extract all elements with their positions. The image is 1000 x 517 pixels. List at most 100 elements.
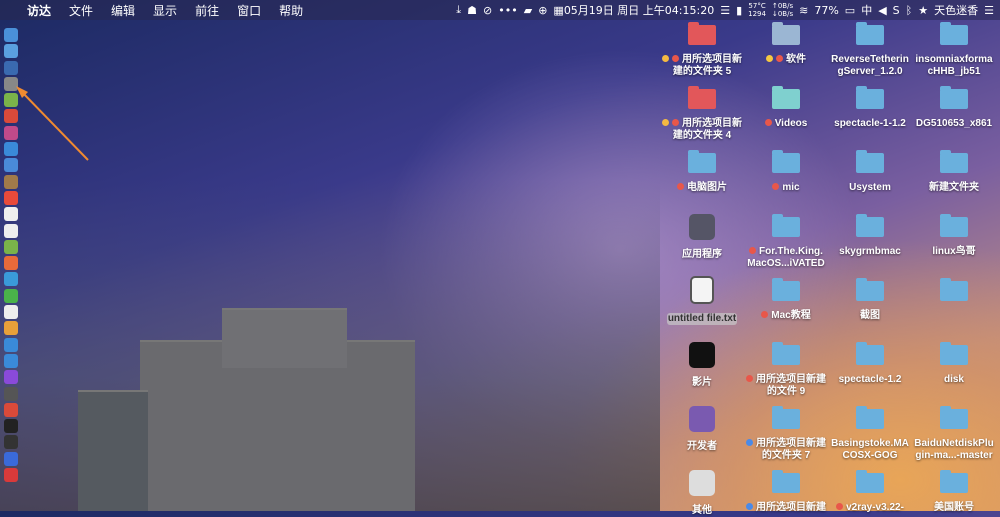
clock-datetime[interactable]: ▦05月19日 周日 上午04:15:20 bbox=[553, 2, 714, 18]
desktop-item[interactable]: 新建文件夹 bbox=[912, 150, 996, 194]
desktop-item[interactable]: 用所选项目新建 bbox=[744, 470, 828, 514]
input-method[interactable]: 中 bbox=[861, 2, 872, 18]
desktop-item-label: 应用程序 bbox=[660, 249, 744, 261]
menu-go[interactable]: 前往 bbox=[186, 2, 228, 19]
label-text: BaiduNetdiskPlugin-ma...-master bbox=[914, 438, 994, 461]
menu-window[interactable]: 窗口 bbox=[228, 2, 270, 19]
desktop-item[interactable]: disk bbox=[912, 342, 996, 386]
wallpaper-city bbox=[0, 180, 660, 511]
desktop-item[interactable]: 美国账号 bbox=[912, 470, 996, 514]
desktop-item-label: 开发者 bbox=[660, 441, 744, 453]
notification-icon[interactable]: ▰ bbox=[524, 4, 532, 17]
dock-app-icon[interactable] bbox=[4, 451, 18, 466]
desktop-item[interactable]: insomniaxformacHHB_jb51 bbox=[912, 22, 996, 78]
desktop-item[interactable]: 用所选项目新建的文件 9 bbox=[744, 342, 828, 398]
desktop-item[interactable]: Basingstoke.MACOSX-GOG bbox=[828, 406, 912, 462]
desktop-item-label: ReverseTetheringServer_1.2.0 bbox=[828, 54, 912, 78]
desktop-item[interactable]: For.The.King.MacOS...iVATED bbox=[744, 214, 828, 270]
desktop-item[interactable]: 截图 bbox=[828, 278, 912, 322]
bookmark-icon[interactable]: ▮ bbox=[736, 4, 742, 17]
ghost-icon[interactable]: ☗ bbox=[467, 4, 477, 17]
bluetooth-icon[interactable]: ᛒ bbox=[906, 4, 913, 17]
desktop-item[interactable]: 应用程序 bbox=[660, 214, 744, 261]
desktop-item[interactable]: skygrmbmac bbox=[828, 214, 912, 258]
desktop-item[interactable]: Mac教程 bbox=[744, 278, 828, 322]
dock-app-icon[interactable] bbox=[4, 402, 18, 417]
dock-app-icon[interactable] bbox=[4, 419, 18, 434]
net-down-text: ↓0B/s bbox=[771, 10, 794, 18]
desktop-item[interactable]: v2ray-v3.22- bbox=[828, 470, 912, 514]
desktop-item[interactable]: untitled file.txt bbox=[660, 276, 744, 325]
datetime-text: 05月19日 周日 上午04:15:20 bbox=[563, 4, 715, 17]
desktop-item[interactable]: linux鸟哥 bbox=[912, 214, 996, 258]
label-text: 用所选项目新建 bbox=[756, 502, 826, 513]
wallpaper-building-left bbox=[78, 390, 148, 511]
tag-dot-icon bbox=[662, 119, 669, 126]
desktop-item-label: mic bbox=[744, 182, 828, 194]
steering-icon[interactable]: ⊘ bbox=[483, 4, 492, 17]
dock-app-icon[interactable] bbox=[4, 174, 18, 189]
dock-app-icon[interactable] bbox=[4, 207, 18, 222]
globe-icon[interactable]: ⊕ bbox=[538, 4, 547, 17]
label-text: 截图 bbox=[860, 310, 880, 321]
desktop-item-label: 影片 bbox=[660, 377, 744, 389]
desktop-item-label: BaiduNetdiskPlugin-ma...-master bbox=[912, 438, 996, 462]
desktop-item[interactable]: Videos bbox=[744, 86, 828, 130]
desktop-item[interactable]: 其他 bbox=[660, 470, 744, 517]
menu-edit[interactable]: 编辑 bbox=[102, 2, 144, 19]
wifi-icon[interactable]: ≋ bbox=[799, 4, 808, 17]
desktop-item[interactable]: 用所选项目新建的文件夹 5 bbox=[660, 22, 744, 78]
dock-app-icon[interactable] bbox=[4, 468, 18, 483]
dock-app-icon[interactable] bbox=[4, 386, 18, 401]
list-icon[interactable]: ☰ bbox=[984, 4, 994, 17]
dock-app-icon[interactable] bbox=[4, 337, 18, 352]
desktop-item[interactable]: spectacle-1.2 bbox=[828, 342, 912, 386]
desktop-item[interactable]: 用所选项目新建的文件夹 4 bbox=[660, 86, 744, 142]
dock-app-icon[interactable] bbox=[4, 190, 18, 205]
dock-app-icon[interactable] bbox=[4, 370, 18, 385]
tag-dot-icon bbox=[672, 119, 679, 126]
dock-app-icon[interactable] bbox=[4, 272, 18, 287]
desktop-item[interactable]: ReverseTetheringServer_1.2.0 bbox=[828, 22, 912, 78]
label-text: Videos bbox=[774, 118, 808, 129]
dock-app-icon[interactable] bbox=[4, 435, 18, 450]
dock-app-icon[interactable] bbox=[4, 305, 18, 320]
desktop-item-label: spectacle-1.2 bbox=[828, 374, 912, 386]
user-name[interactable]: 天色迷香 bbox=[934, 2, 978, 18]
desktop-item[interactable]: 电脑图片 bbox=[660, 150, 744, 194]
menu-help[interactable]: 帮助 bbox=[270, 2, 312, 19]
battery-icon[interactable]: ▭ bbox=[845, 4, 855, 17]
desktop-item[interactable]: BaiduNetdiskPlugin-ma...-master bbox=[912, 406, 996, 462]
desktop-item[interactable] bbox=[912, 278, 996, 310]
temp-monitor[interactable]: 57°C 1294 bbox=[748, 2, 766, 18]
desktop-item[interactable]: mic bbox=[744, 150, 828, 194]
download-icon[interactable]: ⤓ bbox=[456, 3, 461, 17]
folder-icon bbox=[940, 470, 968, 493]
dock-app-icon[interactable] bbox=[4, 256, 18, 271]
desktop-item[interactable]: Usystem bbox=[828, 150, 912, 194]
desktop-item[interactable]: spectacle-1-1.2 bbox=[828, 86, 912, 130]
dock-app-icon[interactable] bbox=[4, 239, 18, 254]
desktop-item[interactable]: 影片 bbox=[660, 342, 744, 389]
desktop-item[interactable]: DG510653_x861 bbox=[912, 86, 996, 130]
folder-icon bbox=[688, 86, 716, 109]
desktop-item[interactable]: 开发者 bbox=[660, 406, 744, 453]
dock-app-icon[interactable] bbox=[4, 288, 18, 303]
dots-icon[interactable]: ••• bbox=[498, 4, 517, 17]
label-text: spectacle-1-1.2 bbox=[834, 118, 906, 129]
label-text: insomniaxformacHHB_jb51 bbox=[915, 54, 993, 77]
desktop-item[interactable]: 用所选项目新建的文件夹 7 bbox=[744, 406, 828, 462]
desktop-item[interactable]: 软件 bbox=[744, 22, 828, 66]
sogou-icon[interactable]: S bbox=[893, 4, 900, 17]
volume-icon[interactable]: ◀ bbox=[878, 4, 886, 17]
app-s-icon[interactable]: ☰ bbox=[720, 4, 730, 17]
star-icon[interactable]: ★ bbox=[918, 4, 928, 17]
dock-app-icon[interactable] bbox=[4, 353, 18, 368]
folder-icon bbox=[856, 22, 884, 45]
net-monitor[interactable]: ↑0B/s ↓0B/s bbox=[772, 2, 793, 18]
menu-view[interactable]: 显示 bbox=[144, 2, 186, 19]
folder-icon bbox=[940, 150, 968, 173]
dock-app-icon[interactable] bbox=[4, 223, 18, 238]
folder-icon bbox=[688, 150, 716, 173]
dock-app-icon[interactable] bbox=[4, 321, 18, 336]
